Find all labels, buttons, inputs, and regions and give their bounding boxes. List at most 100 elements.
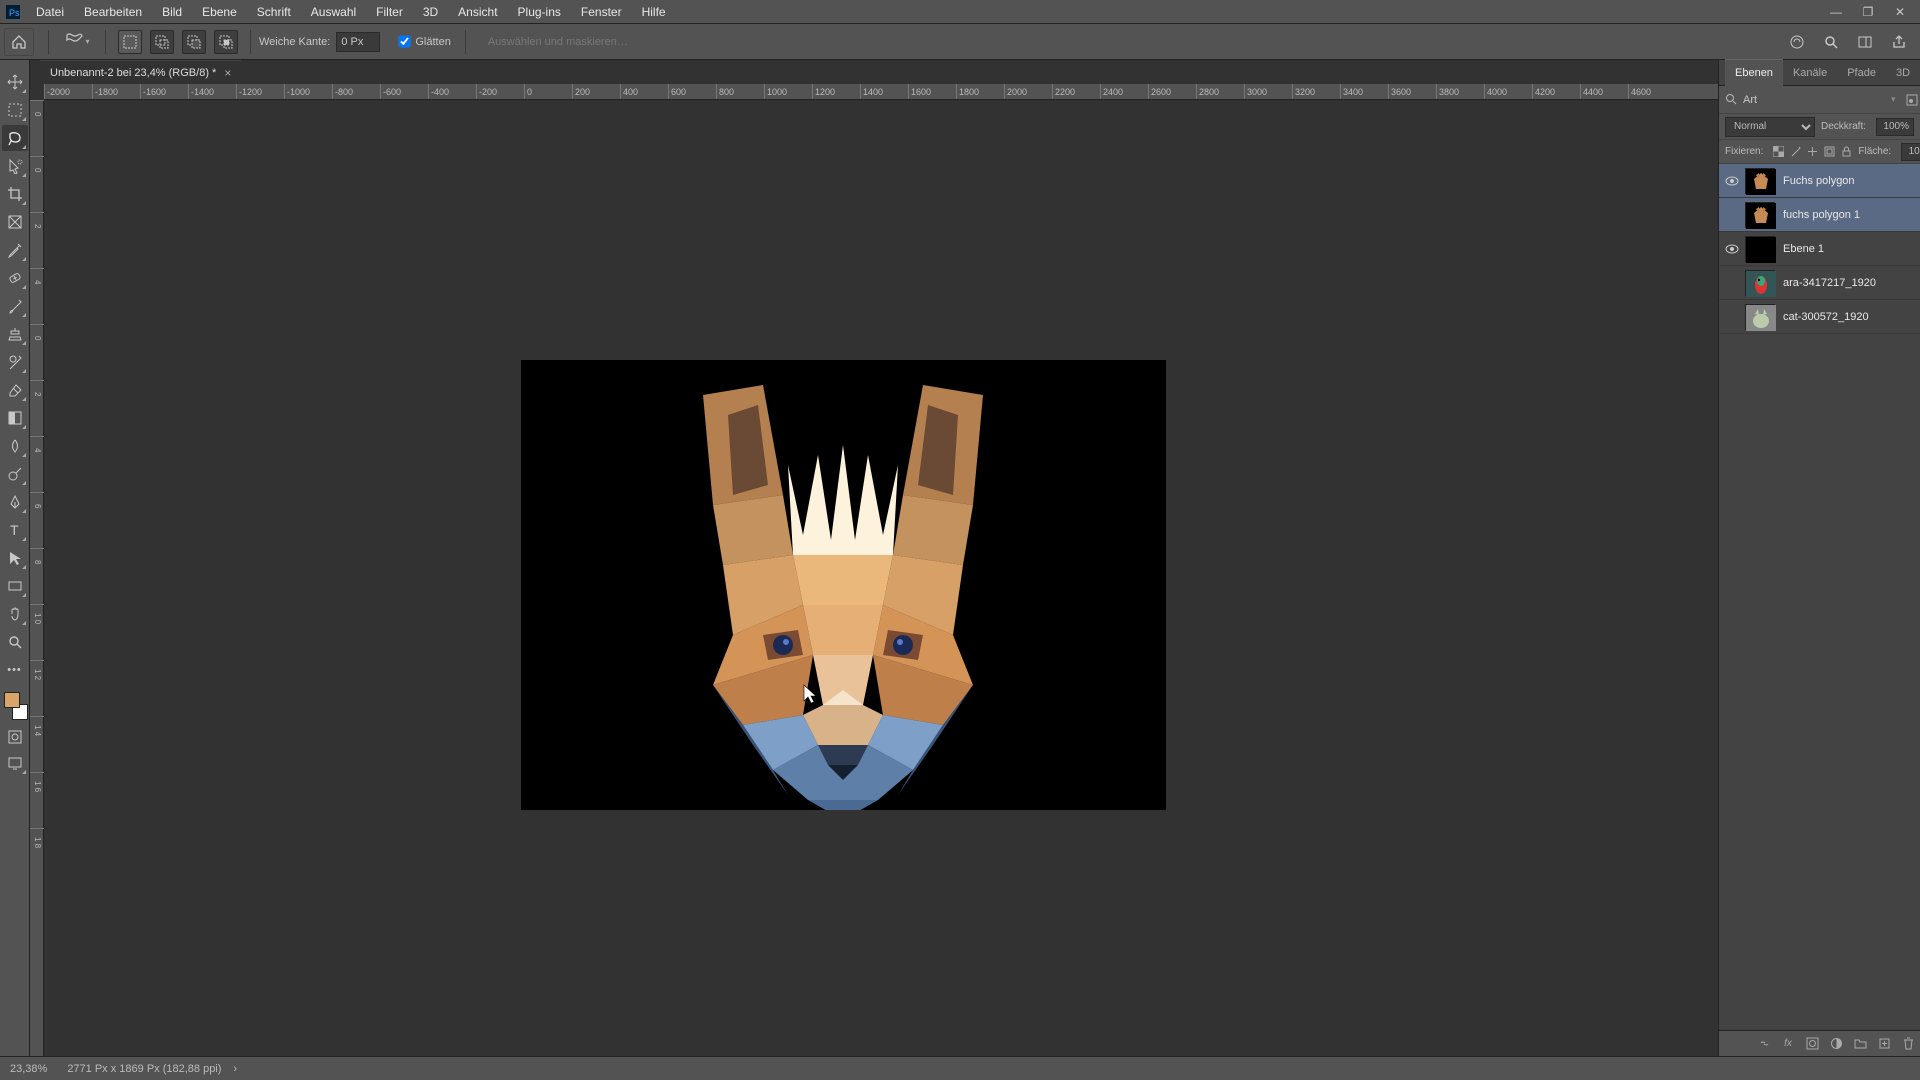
layer-visibility-toggle[interactable] xyxy=(1723,206,1741,224)
tab-layers[interactable]: Ebenen xyxy=(1725,59,1783,86)
fill-input[interactable] xyxy=(1901,143,1920,161)
rectangle-tool[interactable] xyxy=(2,573,28,599)
share-button[interactable] xyxy=(1886,29,1912,55)
layer-name-label[interactable]: cat-300572_1920 xyxy=(1783,311,1869,323)
frame-tool[interactable] xyxy=(2,209,28,235)
lock-position-icon[interactable] xyxy=(1807,144,1818,160)
history-brush-tool[interactable] xyxy=(2,349,28,375)
gradient-tool[interactable] xyxy=(2,405,28,431)
layer-thumbnail[interactable] xyxy=(1745,202,1775,228)
layer-thumbnail[interactable] xyxy=(1745,236,1775,262)
layer-row[interactable]: cat-300572_1920 xyxy=(1719,300,1920,334)
layer-thumbnail[interactable] xyxy=(1745,304,1775,330)
menu-datei[interactable]: Datei xyxy=(26,0,74,24)
new-adjustment-icon[interactable] xyxy=(1828,1036,1844,1052)
layer-visibility-toggle[interactable] xyxy=(1723,240,1741,258)
selection-add-button[interactable] xyxy=(150,30,174,54)
menu-filter[interactable]: Filter xyxy=(366,0,413,24)
foreground-color-swatch[interactable] xyxy=(4,692,20,708)
layer-thumbnail[interactable] xyxy=(1745,168,1775,194)
quick-mask-button[interactable] xyxy=(4,726,26,748)
pen-tool[interactable] xyxy=(2,489,28,515)
lasso-tool[interactable] xyxy=(2,125,28,151)
layer-visibility-toggle[interactable] xyxy=(1723,172,1741,190)
edit-toolbar-button[interactable]: ••• xyxy=(2,657,28,683)
document-canvas[interactable] xyxy=(521,360,1166,810)
dodge-tool[interactable] xyxy=(2,461,28,487)
menu-ansicht[interactable]: Ansicht xyxy=(448,0,507,24)
delete-layer-icon[interactable] xyxy=(1900,1036,1916,1052)
layers-list[interactable]: Fuchs polygon fuchs polygon 1 Ebene 1 ara-3… xyxy=(1719,164,1920,1030)
layer-name-label[interactable]: Ebene 1 xyxy=(1783,243,1824,255)
eraser-tool[interactable] xyxy=(2,377,28,403)
layer-row[interactable]: fuchs polygon 1 xyxy=(1719,198,1920,232)
tab-3d[interactable]: 3D xyxy=(1886,60,1920,86)
tab-channels[interactable]: Kanäle xyxy=(1783,60,1837,86)
layer-row[interactable]: Fuchs polygon xyxy=(1719,164,1920,198)
lock-transparency-icon[interactable] xyxy=(1773,144,1784,160)
blur-tool[interactable] xyxy=(2,433,28,459)
layer-fx-icon[interactable]: fx xyxy=(1780,1036,1796,1052)
layer-visibility-toggle[interactable] xyxy=(1723,308,1741,326)
lock-all-icon[interactable] xyxy=(1841,144,1852,160)
type-tool[interactable]: T xyxy=(2,517,28,543)
hand-tool[interactable] xyxy=(2,601,28,627)
lock-artboard-icon[interactable] xyxy=(1824,144,1835,160)
layer-name-label[interactable]: ara-3417217_1920 xyxy=(1783,277,1876,289)
active-tool-icon[interactable]: ▾ xyxy=(63,28,91,56)
marquee-tool[interactable] xyxy=(2,97,28,123)
color-swatches[interactable] xyxy=(2,690,28,720)
tab-paths[interactable]: Pfade xyxy=(1837,60,1886,86)
feather-input[interactable] xyxy=(336,32,380,52)
eyedropper-tool[interactable] xyxy=(2,237,28,263)
window-restore-button[interactable]: ❐ xyxy=(1852,0,1884,24)
selection-new-button[interactable] xyxy=(118,30,142,54)
path-selection-tool[interactable] xyxy=(2,545,28,571)
close-tab-icon[interactable]: × xyxy=(224,61,231,85)
menu-ebene[interactable]: Ebene xyxy=(192,0,247,24)
layer-row[interactable]: Ebene 1 xyxy=(1719,232,1920,266)
menu-bild[interactable]: Bild xyxy=(152,0,192,24)
status-menu-chevron-icon[interactable]: › xyxy=(233,1063,237,1075)
brush-tool[interactable] xyxy=(2,293,28,319)
layer-thumbnail[interactable] xyxy=(1745,270,1775,296)
zoom-tool[interactable] xyxy=(2,629,28,655)
menu-plugins[interactable]: Plug-ins xyxy=(508,0,571,24)
blend-mode-select[interactable]: Normal xyxy=(1725,117,1815,137)
window-minimize-button[interactable]: — xyxy=(1820,0,1852,24)
layer-row[interactable]: ara-3417217_1920 xyxy=(1719,266,1920,300)
layer-visibility-toggle[interactable] xyxy=(1723,274,1741,292)
menu-auswahl[interactable]: Auswahl xyxy=(301,0,366,24)
layer-filter-input[interactable] xyxy=(1743,94,1885,106)
menu-3d[interactable]: 3D xyxy=(413,0,448,24)
opacity-input[interactable] xyxy=(1876,118,1914,136)
filter-pixel-icon[interactable] xyxy=(1906,91,1918,109)
vertical-ruler[interactable]: 0024024681 01 21 41 61 8 xyxy=(30,100,44,1056)
clone-stamp-tool[interactable] xyxy=(2,321,28,347)
menu-bearbeiten[interactable]: Bearbeiten xyxy=(74,0,152,24)
new-layer-icon[interactable] xyxy=(1876,1036,1892,1052)
cloud-documents-icon[interactable] xyxy=(1784,29,1810,55)
document-tab[interactable]: Unbenannt-2 bei 23,4% (RGB/8) * × xyxy=(40,60,241,85)
new-group-icon[interactable] xyxy=(1852,1036,1868,1052)
add-mask-icon[interactable] xyxy=(1804,1036,1820,1052)
home-button[interactable] xyxy=(4,28,34,56)
selection-subtract-button[interactable] xyxy=(182,30,206,54)
window-close-button[interactable]: ✕ xyxy=(1884,0,1916,24)
layer-name-label[interactable]: Fuchs polygon xyxy=(1783,175,1855,187)
screen-mode-button[interactable] xyxy=(2,750,28,776)
layer-name-label[interactable]: fuchs polygon 1 xyxy=(1783,209,1860,221)
link-layers-icon[interactable] xyxy=(1756,1036,1772,1052)
menu-schrift[interactable]: Schrift xyxy=(247,0,301,24)
status-docinfo[interactable]: 2771 Px x 1869 Px (182,88 ppi) xyxy=(67,1063,221,1075)
horizontal-ruler[interactable]: -2000-1800-1600-1400-1200-1000-800-600-4… xyxy=(44,84,1718,100)
move-tool[interactable] xyxy=(2,69,28,95)
healing-brush-tool[interactable] xyxy=(2,265,28,291)
canvas-viewport[interactable] xyxy=(44,100,1718,1056)
selection-intersect-button[interactable] xyxy=(214,30,238,54)
status-zoom[interactable]: 23,38% xyxy=(10,1063,47,1075)
quick-selection-tool[interactable] xyxy=(2,153,28,179)
search-icon[interactable] xyxy=(1818,29,1844,55)
lock-pixels-icon[interactable] xyxy=(1790,144,1801,160)
menu-fenster[interactable]: Fenster xyxy=(571,0,632,24)
